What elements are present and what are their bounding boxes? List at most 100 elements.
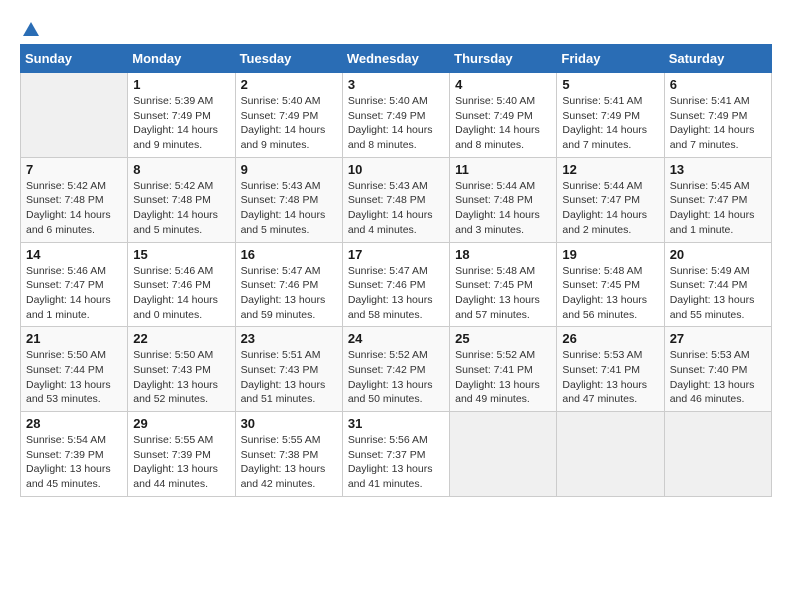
- day-number: 21: [26, 331, 122, 346]
- calendar-cell: 28 Sunrise: 5:54 AMSunset: 7:39 PMDayligh…: [21, 412, 128, 497]
- calendar-cell: 12 Sunrise: 5:44 AMSunset: 7:47 PMDayligh…: [557, 157, 664, 242]
- calendar-cell: 23 Sunrise: 5:51 AMSunset: 7:43 PMDayligh…: [235, 327, 342, 412]
- day-info: Sunrise: 5:39 AMSunset: 7:49 PMDaylight:…: [133, 94, 229, 153]
- day-info: Sunrise: 5:55 AMSunset: 7:38 PMDaylight:…: [241, 433, 337, 492]
- calendar-cell: 4 Sunrise: 5:40 AMSunset: 7:49 PMDaylight…: [450, 73, 557, 158]
- day-number: 28: [26, 416, 122, 431]
- calendar-cell: 16 Sunrise: 5:47 AMSunset: 7:46 PMDayligh…: [235, 242, 342, 327]
- day-info: Sunrise: 5:46 AMSunset: 7:46 PMDaylight:…: [133, 264, 229, 323]
- day-info: Sunrise: 5:40 AMSunset: 7:49 PMDaylight:…: [241, 94, 337, 153]
- calendar-cell: 19 Sunrise: 5:48 AMSunset: 7:45 PMDayligh…: [557, 242, 664, 327]
- day-info: Sunrise: 5:56 AMSunset: 7:37 PMDaylight:…: [348, 433, 444, 492]
- day-header-thursday: Thursday: [450, 45, 557, 73]
- calendar-cell: 9 Sunrise: 5:43 AMSunset: 7:48 PMDaylight…: [235, 157, 342, 242]
- day-number: 14: [26, 247, 122, 262]
- day-header-tuesday: Tuesday: [235, 45, 342, 73]
- calendar-cell: 1 Sunrise: 5:39 AMSunset: 7:49 PMDaylight…: [128, 73, 235, 158]
- day-info: Sunrise: 5:53 AMSunset: 7:41 PMDaylight:…: [562, 348, 658, 407]
- day-info: Sunrise: 5:50 AMSunset: 7:44 PMDaylight:…: [26, 348, 122, 407]
- day-number: 18: [455, 247, 551, 262]
- day-info: Sunrise: 5:49 AMSunset: 7:44 PMDaylight:…: [670, 264, 766, 323]
- calendar-cell: 13 Sunrise: 5:45 AMSunset: 7:47 PMDayligh…: [664, 157, 771, 242]
- day-number: 27: [670, 331, 766, 346]
- day-number: 8: [133, 162, 229, 177]
- day-info: Sunrise: 5:52 AMSunset: 7:41 PMDaylight:…: [455, 348, 551, 407]
- page-header: [20, 20, 772, 34]
- day-info: Sunrise: 5:43 AMSunset: 7:48 PMDaylight:…: [241, 179, 337, 238]
- day-number: 22: [133, 331, 229, 346]
- calendar-cell: 26 Sunrise: 5:53 AMSunset: 7:41 PMDayligh…: [557, 327, 664, 412]
- day-number: 2: [241, 77, 337, 92]
- day-info: Sunrise: 5:47 AMSunset: 7:46 PMDaylight:…: [241, 264, 337, 323]
- day-number: 11: [455, 162, 551, 177]
- day-header-saturday: Saturday: [664, 45, 771, 73]
- day-number: 13: [670, 162, 766, 177]
- day-number: 5: [562, 77, 658, 92]
- calendar-header-row: SundayMondayTuesdayWednesdayThursdayFrid…: [21, 45, 772, 73]
- day-info: Sunrise: 5:41 AMSunset: 7:49 PMDaylight:…: [562, 94, 658, 153]
- calendar-week-row: 21 Sunrise: 5:50 AMSunset: 7:44 PMDayligh…: [21, 327, 772, 412]
- day-info: Sunrise: 5:48 AMSunset: 7:45 PMDaylight:…: [562, 264, 658, 323]
- calendar-cell: 11 Sunrise: 5:44 AMSunset: 7:48 PMDayligh…: [450, 157, 557, 242]
- calendar-cell: 24 Sunrise: 5:52 AMSunset: 7:42 PMDayligh…: [342, 327, 449, 412]
- day-number: 25: [455, 331, 551, 346]
- day-info: Sunrise: 5:44 AMSunset: 7:48 PMDaylight:…: [455, 179, 551, 238]
- day-number: 23: [241, 331, 337, 346]
- day-number: 30: [241, 416, 337, 431]
- calendar-cell: [450, 412, 557, 497]
- calendar-cell: 27 Sunrise: 5:53 AMSunset: 7:40 PMDayligh…: [664, 327, 771, 412]
- day-info: Sunrise: 5:55 AMSunset: 7:39 PMDaylight:…: [133, 433, 229, 492]
- calendar-cell: 5 Sunrise: 5:41 AMSunset: 7:49 PMDaylight…: [557, 73, 664, 158]
- day-info: Sunrise: 5:50 AMSunset: 7:43 PMDaylight:…: [133, 348, 229, 407]
- calendar-week-row: 1 Sunrise: 5:39 AMSunset: 7:49 PMDaylight…: [21, 73, 772, 158]
- day-info: Sunrise: 5:40 AMSunset: 7:49 PMDaylight:…: [455, 94, 551, 153]
- day-info: Sunrise: 5:47 AMSunset: 7:46 PMDaylight:…: [348, 264, 444, 323]
- day-number: 20: [670, 247, 766, 262]
- day-number: 12: [562, 162, 658, 177]
- day-info: Sunrise: 5:44 AMSunset: 7:47 PMDaylight:…: [562, 179, 658, 238]
- day-header-wednesday: Wednesday: [342, 45, 449, 73]
- day-number: 10: [348, 162, 444, 177]
- calendar-cell: 20 Sunrise: 5:49 AMSunset: 7:44 PMDayligh…: [664, 242, 771, 327]
- day-info: Sunrise: 5:51 AMSunset: 7:43 PMDaylight:…: [241, 348, 337, 407]
- day-number: 4: [455, 77, 551, 92]
- calendar-cell: 30 Sunrise: 5:55 AMSunset: 7:38 PMDayligh…: [235, 412, 342, 497]
- day-info: Sunrise: 5:42 AMSunset: 7:48 PMDaylight:…: [133, 179, 229, 238]
- day-info: Sunrise: 5:46 AMSunset: 7:47 PMDaylight:…: [26, 264, 122, 323]
- day-number: 19: [562, 247, 658, 262]
- day-number: 16: [241, 247, 337, 262]
- calendar-cell: [664, 412, 771, 497]
- calendar-cell: 3 Sunrise: 5:40 AMSunset: 7:49 PMDaylight…: [342, 73, 449, 158]
- day-info: Sunrise: 5:41 AMSunset: 7:49 PMDaylight:…: [670, 94, 766, 153]
- day-number: 29: [133, 416, 229, 431]
- calendar-cell: 22 Sunrise: 5:50 AMSunset: 7:43 PMDayligh…: [128, 327, 235, 412]
- day-number: 1: [133, 77, 229, 92]
- calendar-cell: 18Sunrise: 5:48 AMSunset: 7:45 PMDayligh…: [450, 242, 557, 327]
- day-info: Sunrise: 5:43 AMSunset: 7:48 PMDaylight:…: [348, 179, 444, 238]
- day-info: Sunrise: 5:40 AMSunset: 7:49 PMDaylight:…: [348, 94, 444, 153]
- day-info: Sunrise: 5:53 AMSunset: 7:40 PMDaylight:…: [670, 348, 766, 407]
- calendar-week-row: 7Sunrise: 5:42 AMSunset: 7:48 PMDaylight…: [21, 157, 772, 242]
- calendar-week-row: 14 Sunrise: 5:46 AMSunset: 7:47 PMDayligh…: [21, 242, 772, 327]
- calendar-week-row: 28 Sunrise: 5:54 AMSunset: 7:39 PMDayligh…: [21, 412, 772, 497]
- calendar-cell: 8 Sunrise: 5:42 AMSunset: 7:48 PMDaylight…: [128, 157, 235, 242]
- calendar-cell: 21 Sunrise: 5:50 AMSunset: 7:44 PMDayligh…: [21, 327, 128, 412]
- day-number: 6: [670, 77, 766, 92]
- day-info: Sunrise: 5:54 AMSunset: 7:39 PMDaylight:…: [26, 433, 122, 492]
- calendar-cell: 25 Sunrise: 5:52 AMSunset: 7:41 PMDayligh…: [450, 327, 557, 412]
- day-number: 15: [133, 247, 229, 262]
- day-number: 3: [348, 77, 444, 92]
- day-number: 24: [348, 331, 444, 346]
- logo-icon: [21, 20, 41, 38]
- day-info: Sunrise: 5:45 AMSunset: 7:47 PMDaylight:…: [670, 179, 766, 238]
- calendar-cell: 31Sunrise: 5:56 AMSunset: 7:37 PMDayligh…: [342, 412, 449, 497]
- day-header-monday: Monday: [128, 45, 235, 73]
- day-header-friday: Friday: [557, 45, 664, 73]
- day-number: 17: [348, 247, 444, 262]
- calendar-table: SundayMondayTuesdayWednesdayThursdayFrid…: [20, 44, 772, 497]
- day-number: 26: [562, 331, 658, 346]
- calendar-cell: [21, 73, 128, 158]
- day-info: Sunrise: 5:52 AMSunset: 7:42 PMDaylight:…: [348, 348, 444, 407]
- day-number: 9: [241, 162, 337, 177]
- calendar-cell: 14 Sunrise: 5:46 AMSunset: 7:47 PMDayligh…: [21, 242, 128, 327]
